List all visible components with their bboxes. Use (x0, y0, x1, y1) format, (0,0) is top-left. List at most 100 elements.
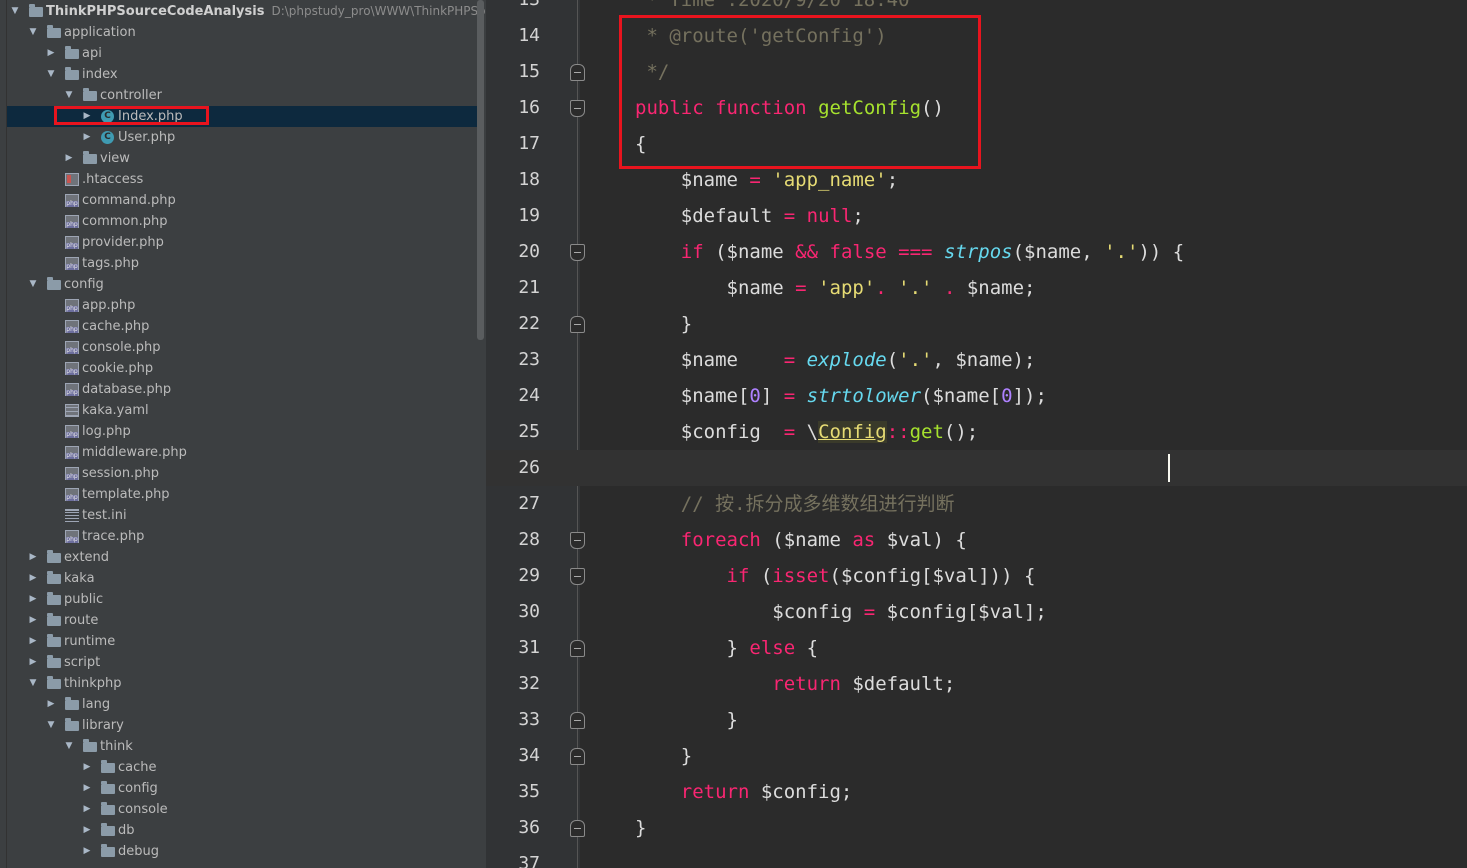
tree-item-public[interactable]: ▶ public (7, 589, 477, 610)
chevron-right-icon[interactable]: ▶ (81, 841, 93, 862)
tree-item-template-php[interactable]: template.php (7, 484, 477, 505)
code-line[interactable]: 19 $default = null; (486, 198, 1467, 234)
tree-root-row[interactable]: ▼ ThinkPHPSourceCodeAnalysis D:\phpstudy_… (7, 1, 486, 22)
chevron-down-icon[interactable]: ▼ (63, 85, 75, 106)
tree-item-library[interactable]: ▼ library (7, 715, 477, 736)
code-line[interactable]: 28 foreach ($name as $val) { (486, 522, 1467, 558)
tree-item-lang[interactable]: ▶ lang (7, 694, 477, 715)
code-line[interactable]: 18 $name = 'app_name'; (486, 162, 1467, 198)
fold-collapse-icon[interactable] (570, 568, 585, 585)
chevron-down-icon[interactable]: ▼ (45, 715, 57, 736)
code-line[interactable]: 20 if ($name && false === strpos($name, … (486, 234, 1467, 270)
chevron-right-icon[interactable]: ▶ (45, 43, 57, 64)
chevron-right-icon[interactable]: ▶ (81, 127, 93, 148)
tree-item-console[interactable]: ▶ console (7, 799, 477, 820)
code-line[interactable]: 23 $name = explode('.', $name); (486, 342, 1467, 378)
code-line[interactable]: 33 } (486, 702, 1467, 738)
code-line[interactable]: 22 } (486, 306, 1467, 342)
code-editor[interactable]: 13 * Time :2020/9/20 18:4014 * @route('g… (486, 0, 1467, 868)
tree-item-config[interactable]: ▶ config (7, 778, 477, 799)
fold-end-icon[interactable] (570, 712, 585, 729)
tree-item-log-php[interactable]: log.php (7, 421, 477, 442)
tree-item-runtime[interactable]: ▶ runtime (7, 631, 477, 652)
fold-end-icon[interactable] (570, 640, 585, 657)
tree-item-kaka[interactable]: ▶ kaka (7, 568, 477, 589)
fold-end-icon[interactable] (570, 316, 585, 333)
tree-item-index[interactable]: ▼ index (7, 64, 477, 85)
chevron-right-icon[interactable]: ▶ (45, 694, 57, 715)
chevron-down-icon[interactable]: ▼ (27, 673, 39, 694)
code-line[interactable]: 24 $name[0] = strtolower($name[0]); (486, 378, 1467, 414)
chevron-down-icon[interactable]: ▼ (9, 1, 21, 22)
code-line[interactable]: 16 public function getConfig() (486, 90, 1467, 126)
code-line[interactable]: 29 if (isset($config[$val])) { (486, 558, 1467, 594)
tree-item-middleware-php[interactable]: middleware.php (7, 442, 477, 463)
tree-item-controller[interactable]: ▼ controller (7, 85, 477, 106)
code-line[interactable]: 26 (486, 450, 1467, 486)
tree-item-db[interactable]: ▶ db (7, 820, 477, 841)
code-line[interactable]: 14 * @route('getConfig') (486, 18, 1467, 54)
tree-item-config[interactable]: ▼ config (7, 274, 477, 295)
code-line[interactable]: 25 $config = \Config::get(); (486, 414, 1467, 450)
tree-item-route[interactable]: ▶ route (7, 610, 477, 631)
code-line[interactable]: 31 } else { (486, 630, 1467, 666)
tree-item-command-php[interactable]: command.php (7, 190, 477, 211)
code-line[interactable]: 27 // 按.拆分成多维数组进行判断 (486, 486, 1467, 522)
chevron-right-icon[interactable]: ▶ (81, 799, 93, 820)
tree-item-think[interactable]: ▼ think (7, 736, 477, 757)
tree-item-api[interactable]: ▶ api (7, 43, 477, 64)
chevron-down-icon[interactable]: ▼ (63, 736, 75, 757)
code-line[interactable]: 36} (486, 810, 1467, 846)
chevron-right-icon[interactable]: ▶ (27, 631, 39, 652)
fold-end-icon[interactable] (570, 64, 585, 81)
tree-item-provider-php[interactable]: provider.php (7, 232, 477, 253)
chevron-right-icon[interactable]: ▶ (27, 652, 39, 673)
code-line[interactable]: 35 return $config; (486, 774, 1467, 810)
code-line[interactable]: 13 * Time :2020/9/20 18:40 (486, 0, 1467, 18)
chevron-right-icon[interactable]: ▶ (81, 820, 93, 841)
chevron-right-icon[interactable]: ▶ (81, 106, 93, 127)
chevron-right-icon[interactable]: ▶ (27, 610, 39, 631)
tree-item-common-php[interactable]: common.php (7, 211, 477, 232)
tree-item-index-php[interactable]: ▶ Index.php (7, 106, 477, 127)
tree-item-application[interactable]: ▼ application (7, 22, 477, 43)
fold-end-icon[interactable] (570, 748, 585, 765)
tree-item-console-php[interactable]: console.php (7, 337, 477, 358)
fold-collapse-icon[interactable] (570, 532, 585, 549)
fold-end-icon[interactable] (570, 820, 585, 837)
fold-collapse-icon[interactable] (570, 100, 585, 117)
tree-item-view[interactable]: ▶ view (7, 148, 477, 169)
tree-item-extend[interactable]: ▶ extend (7, 547, 477, 568)
chevron-down-icon[interactable]: ▼ (27, 22, 39, 43)
chevron-right-icon[interactable]: ▶ (27, 547, 39, 568)
tree-item-cache-php[interactable]: cache.php (7, 316, 477, 337)
code-line[interactable]: 21 $name = 'app'. '.' . $name; (486, 270, 1467, 306)
tree-scrollbar[interactable] (477, 0, 484, 340)
code-line[interactable]: 17 { (486, 126, 1467, 162)
tree-item-kaka-yaml[interactable]: kaka.yaml (7, 400, 477, 421)
chevron-right-icon[interactable]: ▶ (27, 568, 39, 589)
tree-item-htaccess[interactable]: .htaccess (7, 169, 477, 190)
chevron-down-icon[interactable]: ▼ (27, 274, 39, 295)
code-line[interactable]: 34 } (486, 738, 1467, 774)
tree-item-app-php[interactable]: app.php (7, 295, 477, 316)
code-line[interactable]: 15 */ (486, 54, 1467, 90)
tree-item-test-ini[interactable]: test.ini (7, 505, 477, 526)
chevron-right-icon[interactable]: ▶ (81, 757, 93, 778)
code-line[interactable]: 37 (486, 846, 1467, 868)
tree-item-database-php[interactable]: database.php (7, 379, 477, 400)
tree-item-thinkphp[interactable]: ▼ thinkphp (7, 673, 477, 694)
chevron-right-icon[interactable]: ▶ (27, 589, 39, 610)
code-line[interactable]: 30 $config = $config[$val]; (486, 594, 1467, 630)
tree-item-cookie-php[interactable]: cookie.php (7, 358, 477, 379)
tree-item-script[interactable]: ▶ script (7, 652, 477, 673)
chevron-right-icon[interactable]: ▶ (81, 778, 93, 799)
tree-item-cache[interactable]: ▶ cache (7, 757, 477, 778)
tree-item-tags-php[interactable]: tags.php (7, 253, 477, 274)
chevron-right-icon[interactable]: ▶ (63, 148, 75, 169)
tree-item-user-php[interactable]: ▶ User.php (7, 127, 477, 148)
tree-item-session-php[interactable]: session.php (7, 463, 477, 484)
chevron-down-icon[interactable]: ▼ (45, 64, 57, 85)
fold-collapse-icon[interactable] (570, 244, 585, 261)
tree-item-trace-php[interactable]: trace.php (7, 526, 477, 547)
